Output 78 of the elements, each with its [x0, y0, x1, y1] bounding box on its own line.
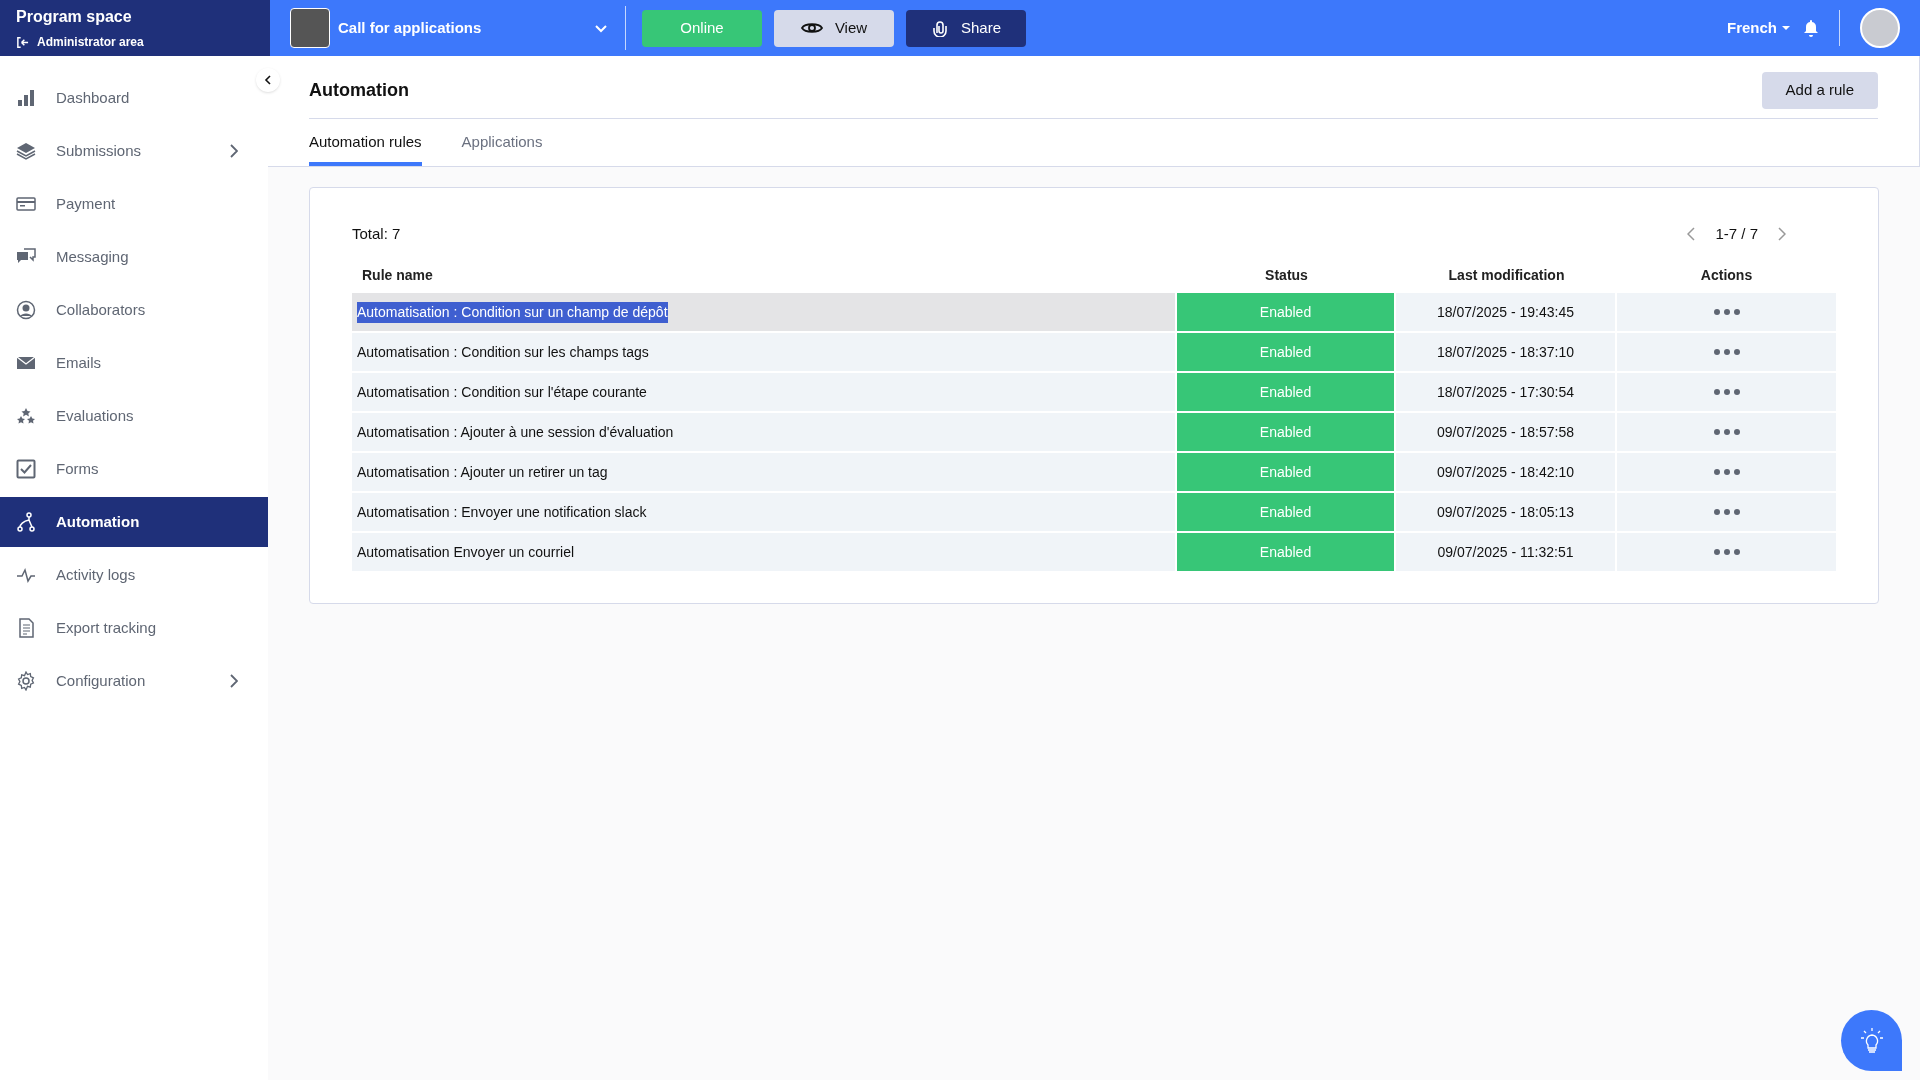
- tab[interactable]: Applications: [461, 131, 543, 166]
- status-badge: Enabled: [1177, 413, 1394, 451]
- avatar[interactable]: [1860, 8, 1900, 48]
- add-rule-button[interactable]: Add a rule: [1761, 71, 1878, 109]
- sidebar-item[interactable]: Export tracking: [0, 603, 254, 653]
- sidebar-item[interactable]: Payment: [0, 179, 254, 229]
- rule-name-cell[interactable]: Automatisation Envoyer un courriel: [352, 533, 1175, 571]
- more-icon: [1713, 309, 1740, 315]
- rule-name-cell[interactable]: Automatisation : Envoyer une notification slack: [352, 493, 1175, 531]
- tab[interactable]: Automation rules: [309, 131, 422, 166]
- sidebar-item[interactable]: Emails: [0, 338, 254, 388]
- sidebar-item[interactable]: Evaluations: [0, 391, 254, 441]
- date-cell: 18/07/2025 - 19:43:45: [1396, 293, 1615, 331]
- bell-icon[interactable]: [1803, 19, 1819, 37]
- column-header: Rule name: [362, 265, 433, 285]
- status-badge: Enabled: [1177, 533, 1394, 571]
- sidebar-item[interactable]: Dashboard: [0, 73, 254, 123]
- language-selector[interactable]: French: [1727, 16, 1777, 40]
- status-badge: Enabled: [1177, 333, 1394, 371]
- brand-title: Program space: [16, 7, 133, 27]
- sidebar-item[interactable]: Collaborators: [0, 285, 254, 335]
- program-photo: [290, 8, 330, 48]
- sidebar-item[interactable]: Activity logs: [0, 550, 254, 600]
- link-icon: [931, 19, 949, 37]
- chevron-left-icon[interactable]: [1687, 226, 1696, 241]
- branch-icon: [16, 512, 36, 532]
- bar-chart-icon: [16, 88, 36, 108]
- user-circle-icon: [16, 300, 36, 320]
- settings-icon: [16, 671, 36, 691]
- date-cell: 09/07/2025 - 11:32:51: [1396, 533, 1615, 571]
- more-icon: [1713, 549, 1740, 555]
- more-icon: [1713, 349, 1740, 355]
- column-header: Status: [1265, 265, 1308, 285]
- more-icon: [1713, 429, 1740, 435]
- date-cell: 09/07/2025 - 18:42:10: [1396, 453, 1615, 491]
- exit-icon: [16, 35, 29, 49]
- sidebar-item[interactable]: Submissions: [0, 126, 254, 176]
- card-icon: [16, 194, 36, 214]
- chevron-right-icon[interactable]: [1778, 226, 1786, 241]
- more-icon: [1713, 509, 1740, 515]
- more-icon: [1713, 389, 1740, 395]
- rule-name-cell[interactable]: Automatisation : Ajouter un retirer un tag: [352, 453, 1175, 491]
- rule-name-cell[interactable]: Automatisation : Condition sur l'étape courante: [352, 373, 1175, 411]
- admin-area-link[interactable]: Administrator area: [37, 33, 144, 51]
- sidebar-item[interactable]: Configuration: [0, 656, 254, 706]
- checkbox-icon: [16, 459, 36, 479]
- column-header: Last modification: [1448, 265, 1565, 285]
- program-selector[interactable]: Call for applications: [338, 16, 593, 40]
- more-icon: [1713, 469, 1740, 475]
- status-badge: Enabled: [1177, 453, 1394, 491]
- eye-icon: [800, 21, 823, 35]
- view-button[interactable]: View: [774, 9, 894, 47]
- date-cell: 18/07/2025 - 17:30:54: [1396, 373, 1615, 411]
- chevron-left-icon: [264, 75, 272, 85]
- help-button[interactable]: [1841, 1010, 1902, 1071]
- date-cell: 09/07/2025 - 18:05:13: [1396, 493, 1615, 531]
- stars-icon: [16, 406, 36, 426]
- lightbulb-icon: [1858, 1026, 1885, 1055]
- status-badge: Enabled: [1177, 293, 1394, 331]
- pagination-label: 1-7 / 7: [1715, 223, 1758, 244]
- document-icon: [16, 618, 36, 638]
- status-badge: Enabled: [1177, 373, 1394, 411]
- sidebar-item[interactable]: Messaging: [0, 232, 254, 282]
- date-cell: 18/07/2025 - 18:37:10: [1396, 333, 1615, 371]
- page-title: Automation: [309, 78, 409, 102]
- sidebar-item[interactable]: Forms: [0, 444, 254, 494]
- rule-name-cell[interactable]: Automatisation : Ajouter à une session d'évaluation: [352, 413, 1175, 451]
- date-cell: 09/07/2025 - 18:57:58: [1396, 413, 1615, 451]
- rule-name-cell[interactable]: Automatisation : Condition sur les champs tags: [352, 333, 1175, 371]
- layers-icon: [16, 141, 36, 161]
- column-header: Actions: [1700, 265, 1753, 285]
- rule-name-cell[interactable]: Automatisation : Condition sur un champ de dépôt: [352, 293, 1175, 331]
- share-button[interactable]: Share: [906, 9, 1026, 47]
- status-badge: Enabled: [1177, 493, 1394, 531]
- total-count: Total: 7: [352, 223, 401, 244]
- sidebar-item[interactable]: Automation: [0, 497, 268, 547]
- caret-icon[interactable]: [1781, 25, 1791, 31]
- collapse-button[interactable]: [256, 68, 280, 92]
